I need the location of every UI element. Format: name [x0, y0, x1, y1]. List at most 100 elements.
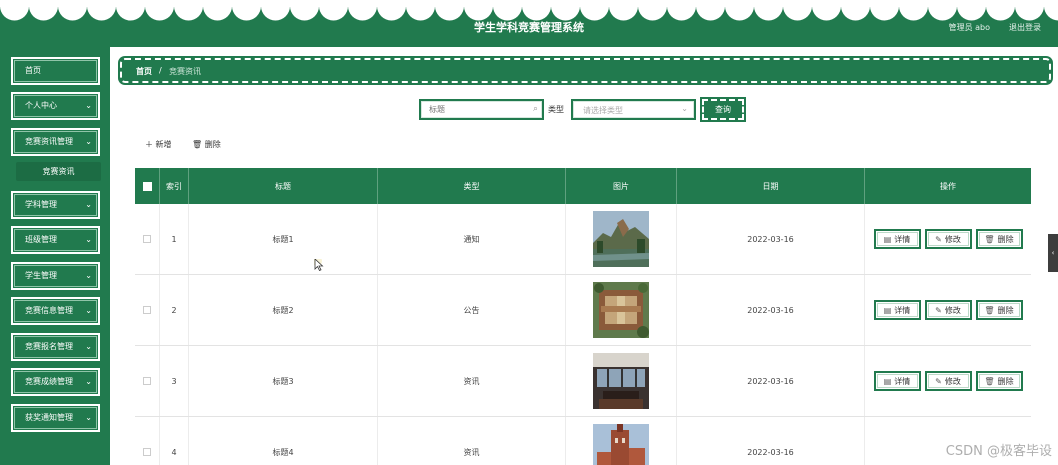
row-type: 资讯: [378, 346, 566, 416]
sidebar-item-label: 竞赛报名管理: [25, 342, 73, 351]
sidebar-item-label: 获奖通知管理: [25, 413, 73, 422]
trash-icon: 🗑: [984, 305, 995, 315]
chevron-down-icon: ⌄: [85, 377, 92, 386]
delete-button[interactable]: 🗑 删除: [975, 300, 1023, 320]
scallop-shape: [580, 0, 609, 21]
scallop-shape: [406, 0, 435, 21]
scallop-shape: [29, 0, 58, 21]
sidebar-item-label: 竞赛资讯管理: [25, 137, 73, 146]
detail-button[interactable]: ▤ 详情: [873, 300, 921, 320]
breadcrumb: 首页 / 竞赛资讯: [120, 58, 1051, 83]
scallop-shape: [841, 0, 870, 21]
select-all-checkbox[interactable]: [142, 181, 152, 191]
sidebar-item-contest-registration[interactable]: 竞赛报名管理 ⌄: [11, 333, 100, 361]
row-checkbox[interactable]: [143, 448, 151, 456]
add-button[interactable]: ＋ 新增: [145, 139, 172, 150]
scallop-shape: [754, 0, 783, 21]
pencil-icon: ✎: [935, 305, 942, 315]
scallop-shape: [725, 0, 754, 21]
scallop-shape: [638, 0, 667, 21]
search-icon: ⌕: [532, 104, 538, 114]
row-date: 2022-03-16: [677, 204, 865, 274]
mouse-cursor-icon: [314, 259, 324, 271]
sidebar-item-contest-info[interactable]: 竞赛信息管理 ⌄: [11, 297, 100, 325]
edit-button[interactable]: ✎ 修改: [924, 229, 972, 249]
row-type: 通知: [378, 204, 566, 274]
row-checkbox[interactable]: [143, 306, 151, 314]
main-content: 首页 / 竞赛资讯 ⌕ 类型 请选择类型 ⌄ 查询 ＋ 新增 🗑 删除 索引 标…: [110, 47, 1058, 465]
delete-label: 删除: [997, 376, 1014, 386]
sidebar-item-award-notice[interactable]: 获奖通知管理 ⌄: [11, 404, 100, 432]
sidebar-item-student-management[interactable]: 学生管理 ⌄: [11, 262, 100, 290]
sidebar-item-home[interactable]: 首页: [11, 57, 100, 85]
table-row: 1 标题1 通知 2022-03-16 ▤ 详情 ✎ 修改 🗑 删除: [135, 204, 1031, 275]
scallop-shape: [58, 0, 87, 21]
detail-label: 详情: [894, 234, 911, 244]
chevron-down-icon: ⌄: [85, 271, 92, 280]
row-type: 公告: [378, 275, 566, 345]
edit-button[interactable]: ✎ 修改: [924, 371, 972, 391]
row-select-cell: [135, 204, 160, 274]
delete-button[interactable]: 🗑 删除: [975, 229, 1023, 249]
row-index: 3: [160, 346, 189, 416]
sidebar-item-label: 学生管理: [25, 271, 57, 280]
row-checkbox[interactable]: [143, 235, 151, 243]
sidebar-item-class-management[interactable]: 班级管理 ⌄: [11, 226, 100, 254]
scallop-shape: [1015, 0, 1044, 21]
sidebar-item-contest-scores[interactable]: 竞赛成绩管理 ⌄: [11, 368, 100, 396]
scallop-shape: [261, 0, 290, 21]
document-icon: ▤: [883, 234, 892, 244]
delete-button[interactable]: 🗑 删除: [975, 371, 1023, 391]
chevron-down-icon: ⌄: [85, 101, 92, 110]
sidebar-item-personal-center[interactable]: 个人中心 ⌄: [11, 92, 100, 120]
edit-button[interactable]: ✎ 修改: [924, 300, 972, 320]
breadcrumb-current: 竞赛资讯: [169, 67, 201, 76]
scallop-shape: [1044, 0, 1058, 21]
batch-delete-button[interactable]: 🗑 删除: [192, 139, 221, 150]
row-image-cell: [566, 346, 677, 416]
chevron-down-icon: ⌄: [85, 306, 92, 315]
type-label: 类型: [548, 105, 564, 114]
header-select-all: [135, 168, 160, 204]
scallop-shape: [203, 0, 232, 21]
breadcrumb-home[interactable]: 首页: [136, 66, 152, 77]
row-checkbox[interactable]: [143, 377, 151, 385]
row-select-cell: [135, 417, 160, 465]
row-actions: ▤ 详情 ✎ 修改 🗑 删除: [865, 204, 1031, 274]
sidebar: 首页 个人中心 ⌄ 竞赛资讯管理 ⌄ 竞赛资讯 学科管理 ⌄ 班级管理 ⌄ 学生…: [0, 47, 110, 465]
sidebar-item-subject-management[interactable]: 学科管理 ⌄: [11, 191, 100, 219]
column-header: 图片: [566, 168, 677, 204]
delete-button-label: 删除: [204, 140, 221, 149]
sidebar-subitem-news[interactable]: 竞赛资讯: [16, 162, 101, 181]
scallop-shape: [232, 0, 261, 21]
sidebar-item-label: 班级管理: [25, 235, 57, 244]
chevron-down-icon: ⌄: [85, 342, 92, 351]
scallop-shape: [667, 0, 696, 21]
title-search-input[interactable]: [429, 101, 529, 118]
plus-icon: ＋: [145, 140, 153, 149]
scallop-shape: [551, 0, 580, 21]
sidebar-item-label: 首页: [25, 66, 41, 75]
delete-label: 删除: [997, 234, 1014, 244]
edit-label: 修改: [944, 234, 961, 244]
chevron-down-icon: ⌄: [85, 413, 92, 422]
column-header: 操作: [940, 181, 956, 191]
document-icon: ▤: [883, 305, 892, 315]
sidebar-item-news-management[interactable]: 竞赛资讯管理 ⌄: [11, 128, 100, 156]
add-button-label: 新增: [155, 140, 172, 149]
title-search-field[interactable]: ⌕: [419, 99, 544, 120]
row-date: 2022-03-16: [677, 346, 865, 416]
detail-button[interactable]: ▤ 详情: [873, 229, 921, 249]
row-index: 1: [160, 204, 189, 274]
scallop-shape: [928, 0, 957, 21]
conference-room-image: [593, 353, 649, 409]
query-button[interactable]: 查询: [702, 99, 744, 120]
side-drawer-handle[interactable]: ‹: [1048, 234, 1058, 272]
detail-button[interactable]: ▤ 详情: [873, 371, 921, 391]
delete-label: 删除: [997, 305, 1014, 315]
scallop-shape: [348, 0, 377, 21]
type-select[interactable]: 请选择类型 ⌄: [571, 99, 696, 120]
row-image-cell: [566, 275, 677, 345]
scallop-shape: [435, 0, 464, 21]
logout-link[interactable]: 退出登录: [1009, 22, 1041, 33]
